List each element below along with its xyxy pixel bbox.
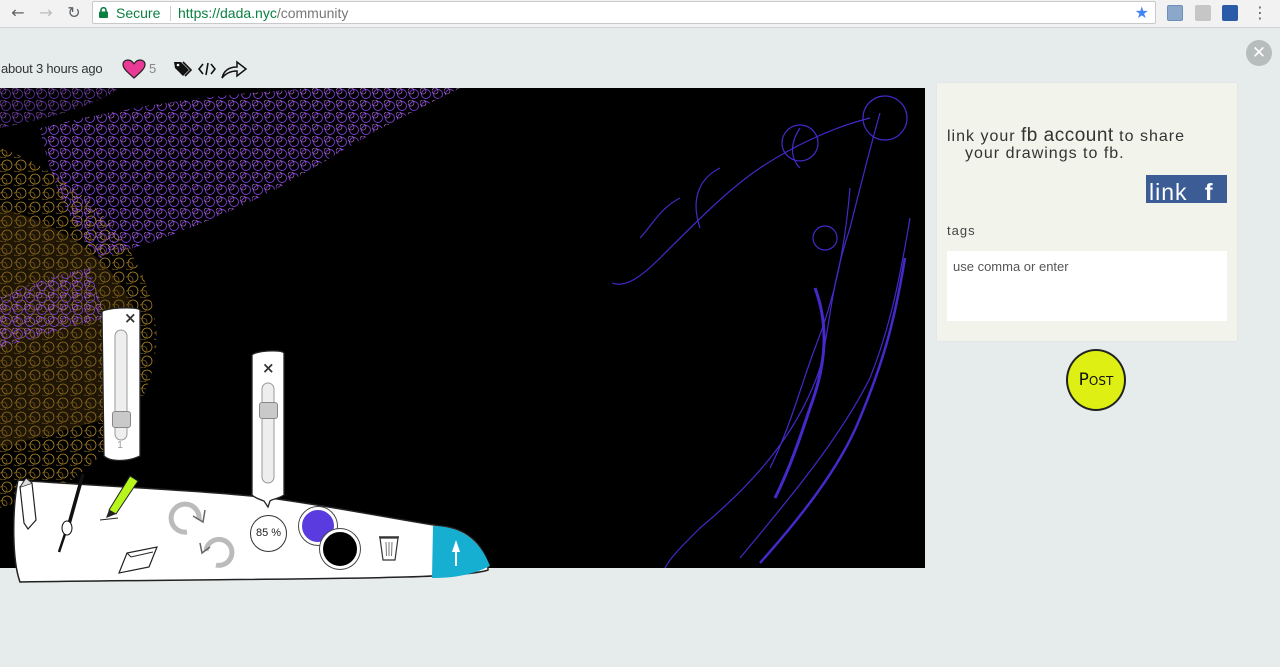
undo-icon[interactable] <box>198 535 238 571</box>
bookmark-star-icon[interactable]: ★ <box>1135 3 1149 22</box>
share-panel: link your fb account to share your drawi… <box>937 83 1237 341</box>
reload-icon[interactable]: ↻ <box>64 4 84 22</box>
opacity-close-icon[interactable]: × <box>262 359 275 377</box>
lock-icon <box>99 7 108 18</box>
tags-icon[interactable] <box>173 60 193 78</box>
pencil-tool-icon[interactable] <box>16 475 38 530</box>
link-facebook-button[interactable]: link f <box>1146 175 1227 203</box>
eraser-tool-icon[interactable] <box>117 543 161 577</box>
secondary-color-swatch[interactable] <box>320 529 360 569</box>
fb-text-highlight: fb account <box>1021 125 1114 146</box>
heart-icon[interactable] <box>122 59 146 79</box>
brush-size-slider-thumb[interactable] <box>112 411 131 428</box>
fb-text-part-2: to share <box>1113 128 1185 145</box>
brush-size-close-icon[interactable]: × <box>124 309 137 327</box>
browser-toolbar: ← → ↻ Secure https://dada.nyc/community … <box>0 0 1280 28</box>
secure-label: Secure <box>116 5 161 21</box>
close-icon[interactable]: ✕ <box>1246 40 1272 66</box>
address-divider <box>170 6 171 21</box>
link-facebook-label: link <box>1149 179 1188 203</box>
brush-tool-icon[interactable] <box>55 472 87 554</box>
brush-size-value: 1 <box>117 440 123 451</box>
fb-text-part-3: your drawings to fb. <box>965 145 1125 162</box>
extension-icon-1[interactable] <box>1167 5 1183 21</box>
post-button[interactable]: Post <box>1066 349 1126 411</box>
trash-icon[interactable] <box>377 532 401 562</box>
redo-icon[interactable] <box>165 500 207 536</box>
marker-tool-icon[interactable] <box>100 474 142 522</box>
address-bar[interactable]: Secure https://dada.nyc/community ★ <box>92 1 1156 24</box>
post-button-label: Post <box>1078 370 1114 390</box>
back-icon[interactable]: ← <box>8 4 28 22</box>
tags-input[interactable]: use comma or enter <box>947 251 1227 321</box>
forward-icon[interactable]: → <box>36 4 56 22</box>
embed-code-icon[interactable] <box>198 60 216 78</box>
tags-label: tags <box>947 223 976 238</box>
browser-menu-icon[interactable]: ⋮ <box>1252 3 1268 22</box>
extension-icon-3[interactable] <box>1222 5 1238 21</box>
extension-icon-2[interactable] <box>1195 5 1211 21</box>
url-path: /community <box>276 5 349 21</box>
opacity-slider-thumb[interactable] <box>259 402 278 419</box>
share-icon[interactable] <box>220 58 248 80</box>
fb-text-part-1: link your <box>947 128 1022 145</box>
facebook-icon: f <box>1204 179 1214 203</box>
post-time: about 3 hours ago <box>1 61 103 76</box>
url-base: https://dada.nyc <box>178 5 277 21</box>
like-count: 5 <box>149 61 157 76</box>
fb-link-description: link your fb account to share your drawi… <box>947 125 1227 162</box>
url-text[interactable]: https://dada.nyc/community <box>178 5 348 21</box>
opacity-button[interactable]: 85 % <box>250 515 287 552</box>
